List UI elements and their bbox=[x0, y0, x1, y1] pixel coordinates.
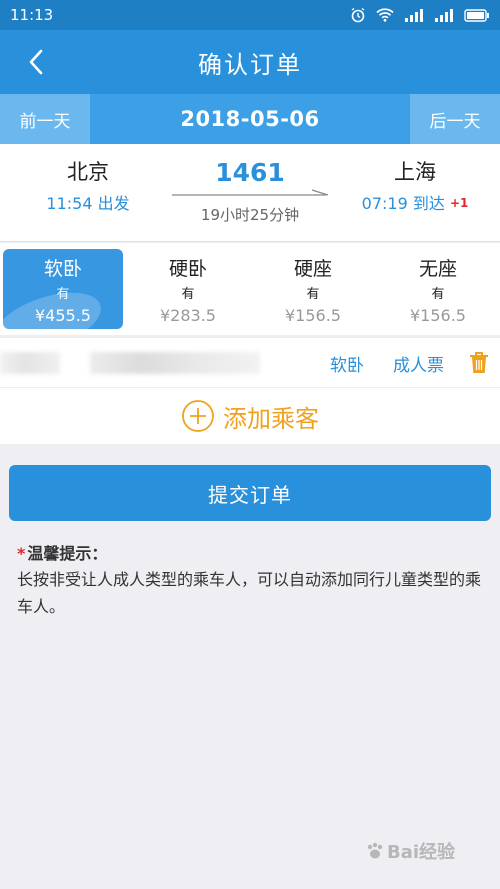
seat-option-hard-sleeper[interactable]: 硬卧 有 ¥283.5 bbox=[128, 249, 248, 329]
add-passenger-row: 添加乘客 bbox=[0, 388, 500, 444]
seat-option-soft-sleeper[interactable]: 软卧 有 ¥455.5 bbox=[3, 249, 123, 329]
status-bar: 11:13 bbox=[0, 0, 500, 30]
seat-options: 软卧 有 ¥455.5 硬卧 有 ¥283.5 硬座 有 ¥156.5 无座 有… bbox=[0, 243, 500, 335]
wifi-icon bbox=[376, 8, 394, 22]
add-passenger-button[interactable]: 添加乘客 bbox=[181, 399, 319, 434]
departure-station: 北京 11:54 出发 bbox=[38, 158, 138, 214]
seat-name: 硬卧 bbox=[168, 258, 207, 280]
trip-duration: 19小时25分钟 bbox=[200, 206, 300, 224]
watermark-text: Bai经验 bbox=[387, 842, 456, 863]
passenger-seat-type[interactable]: 软卧 bbox=[330, 351, 364, 376]
next-day-button[interactable]: 后一天 bbox=[410, 94, 500, 144]
travel-date[interactable]: 2018-05-06 bbox=[90, 94, 410, 144]
trash-icon[interactable] bbox=[469, 351, 489, 375]
prev-day-button[interactable]: 前一天 bbox=[0, 94, 90, 144]
required-star: * bbox=[17, 544, 26, 563]
paw-logo-icon bbox=[367, 842, 383, 859]
seat-name: 软卧 bbox=[43, 258, 82, 280]
passenger-ticket-type[interactable]: 成人票 bbox=[393, 351, 444, 376]
seat-availability: 有 bbox=[56, 287, 70, 302]
battery-icon bbox=[464, 8, 489, 22]
title-bar: 确认订单 bbox=[0, 30, 500, 94]
arrival-time: 07:19 到达 bbox=[361, 194, 445, 213]
arrival-name: 上海 bbox=[394, 160, 436, 184]
arrival-station: 上海 07:19 到达 +1 bbox=[360, 158, 470, 214]
arrow-right-icon bbox=[172, 189, 329, 196]
status-icons bbox=[350, 7, 490, 23]
alarm-icon bbox=[351, 7, 365, 23]
seat-availability: 有 bbox=[306, 287, 320, 302]
seat-price: ¥156.5 bbox=[285, 306, 341, 325]
signal-icon-2 bbox=[435, 9, 453, 22]
plus-circle-icon bbox=[182, 400, 214, 432]
tip-title-text: 温馨提示： bbox=[27, 544, 108, 563]
seat-price: ¥283.5 bbox=[160, 306, 216, 325]
back-button[interactable] bbox=[18, 44, 54, 80]
seat-price: ¥455.5 bbox=[35, 306, 91, 325]
status-time: 11:13 bbox=[10, 6, 54, 24]
seat-name: 硬座 bbox=[293, 258, 332, 280]
departure-name: 北京 bbox=[67, 160, 109, 184]
arrival-time-row: 07:19 到达 +1 bbox=[360, 190, 470, 214]
departure-time: 11:54 出发 bbox=[46, 194, 130, 213]
train-info: 北京 11:54 出发 1461 19小时25分钟 上海 07:19 到达 +1 bbox=[0, 144, 500, 242]
date-bar: 前一天 2018-05-06 后一天 bbox=[0, 94, 500, 144]
watermark: Bai经验 bbox=[365, 838, 455, 864]
passenger-row[interactable]: 软卧 成人票 bbox=[0, 337, 500, 387]
seat-name: 无座 bbox=[418, 258, 457, 280]
signal-icon-1 bbox=[405, 9, 423, 22]
passenger-id-redacted bbox=[90, 352, 260, 374]
seat-option-hard-seat[interactable]: 硬座 有 ¥156.5 bbox=[253, 249, 373, 329]
page-title: 确认订单 bbox=[198, 50, 302, 79]
chevron-left-icon bbox=[29, 49, 43, 75]
day-offset-badge: +1 bbox=[449, 196, 469, 210]
seat-option-no-seat[interactable]: 无座 有 ¥156.5 bbox=[378, 249, 498, 329]
tip-title: * 温馨提示： bbox=[17, 540, 107, 564]
seat-availability: 有 bbox=[431, 287, 445, 302]
submit-order-button[interactable]: 提交订单 bbox=[9, 465, 491, 521]
add-passenger-label: 添加乘客 bbox=[223, 404, 319, 433]
train-number: 1461 bbox=[215, 158, 285, 187]
passenger-name-redacted bbox=[0, 352, 60, 374]
seat-availability: 有 bbox=[181, 287, 195, 302]
tip-text: 长按非受让人成人类型的乘车人，可以自动添加同行儿童类型的乘车人。 bbox=[17, 570, 482, 616]
seat-price: ¥156.5 bbox=[410, 306, 466, 325]
